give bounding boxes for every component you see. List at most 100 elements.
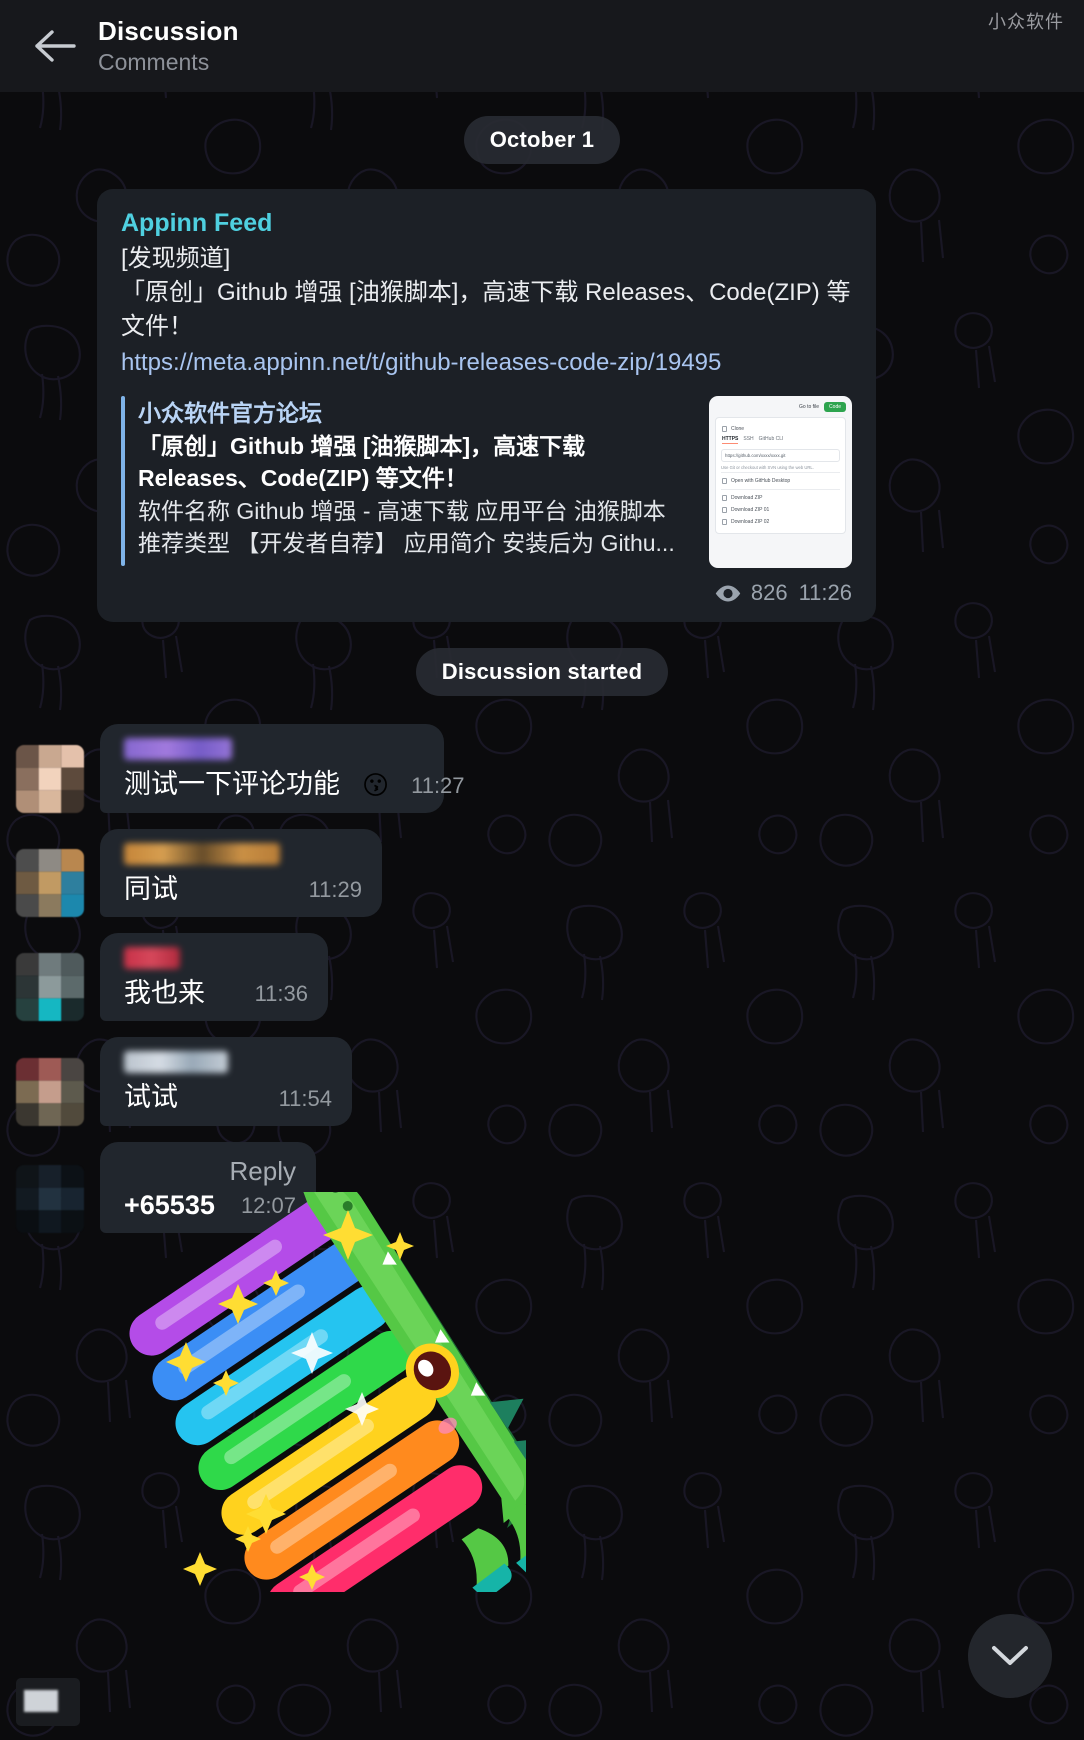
message-time: 11:27 (411, 772, 465, 798)
avatar-image (16, 1057, 84, 1126)
thumbnail-tab-https: HTTPS (722, 436, 739, 445)
page-subtitle: Comments (98, 48, 210, 75)
message-time: 11:29 (308, 877, 362, 903)
app-header: Discussion Comments 小众软件 (0, 0, 1084, 92)
message-text: 试试 (124, 1082, 178, 1113)
author-name-blurred (124, 1051, 228, 1074)
thumbnail-row-desktop: Open with GitHub Desktop (721, 475, 840, 487)
thumbnail-row-label: Open with GitHub Desktop (731, 478, 791, 485)
thumbnail-divider (721, 472, 840, 474)
link-preview-site-name: 小众软件官方论坛 (138, 400, 322, 427)
message-text: 我也来 (124, 978, 205, 1009)
discussion-started-label: Discussion started (415, 648, 669, 697)
thumbnail-row-label: Download ZIP 01 (731, 507, 770, 514)
message-content-row: +65535 12:07 (124, 1189, 296, 1221)
zip-icon (722, 495, 727, 502)
message-text: 同试 (124, 873, 178, 904)
zip-icon (722, 519, 727, 526)
avatar-image (16, 744, 84, 813)
avatar-image (16, 849, 84, 918)
view-count-value: 826 (750, 580, 788, 606)
post-text-line-2: 「原创」Github 增强 [油猴脚本]，高速下载 Releases、Code(… (121, 279, 851, 341)
link-preview-description: 软件名称 Github 增强 - 高速下载 应用平台 油猴脚本 推荐类型 【开发… (138, 497, 675, 556)
list-item[interactable]: Reply +65535 12:07 (0, 1141, 1084, 1234)
avatar[interactable] (16, 953, 84, 1022)
thumbnail-clone-url: https://github.com/xxxx/xxxx.git (721, 449, 840, 463)
message-bubble[interactable]: 同试 11:29 (100, 828, 382, 918)
message-content-row: 试试 11:54 (124, 1081, 332, 1113)
sparkle-group (166, 1210, 414, 1590)
post-time: 11:26 (798, 580, 852, 606)
message-text: 测试一下评论功能 (124, 769, 340, 800)
post-text-line-1: [发现频道] (121, 245, 231, 272)
attachment-thumbnail[interactable] (16, 1678, 80, 1726)
channel-post-row: Appinn Feed [发现频道] 「原创」Github 增强 [油猴脚本]，… (0, 189, 1084, 623)
avatar[interactable] (16, 744, 84, 813)
list-item[interactable]: 试试 11:54 (0, 1037, 1084, 1126)
thumbnail-clone-tabs: HTTPS SSH GitHub CLI (721, 435, 840, 447)
channel-post-bubble[interactable]: Appinn Feed [发现频道] 「原创」Github 增强 [油猴脚本]，… (97, 189, 876, 623)
list-item[interactable]: 我也来 11:36 (0, 933, 1084, 1022)
message-time: 12:07 (240, 1193, 296, 1219)
sticker-image (129, 1174, 570, 1625)
list-item[interactable]: 测试一下评论功能 😗 11:27 (0, 724, 1084, 813)
thumbnail-clone-label-row: Clone (721, 423, 840, 435)
thumbnail-row-label: Download ZIP (731, 495, 763, 502)
thumbnail-go-to-file: Go to file (799, 404, 820, 411)
avatar[interactable] (16, 849, 84, 918)
reply-message-bubble[interactable]: Reply +65535 12:07 (100, 1141, 316, 1234)
thumbnail-clone-hint: Use Git or checkout with SVN using the w… (721, 465, 814, 471)
page-title: Discussion (98, 15, 239, 46)
avatar[interactable] (16, 1057, 84, 1126)
message-time: 11:54 (278, 1085, 332, 1111)
back-button[interactable] (24, 15, 86, 77)
thumbnail-row-label: Download ZIP 02 (731, 519, 770, 526)
post-link[interactable]: https://meta.appinn.net/t/github-release… (121, 346, 852, 380)
thumbnail-row-zip-02: Download ZIP 02 (721, 516, 840, 528)
list-item[interactable]: 同试 11:29 (0, 828, 1084, 918)
thumbnail-code-button: Code (824, 402, 846, 413)
chat-scroll-area[interactable]: October 1 Appinn Feed [发现频道] 「原创」Github … (0, 92, 1084, 1740)
message-bubble[interactable]: 测试一下评论功能 😗 11:27 (100, 724, 465, 813)
telegram-discussion-screen: Discussion Comments 小众软件 October 1 Appin… (0, 0, 1084, 1740)
thumbnail-topbar: Go to file Code (709, 396, 852, 415)
watermark: 小众软件 (988, 12, 1064, 32)
link-preview-texts: 小众软件官方论坛 「原创」Github 增强 [油猴脚本]，高速下载 Relea… (138, 394, 695, 568)
rainbow-crocodile-sticker[interactable] (126, 1174, 570, 1625)
message-content-row: 测试一下评论功能 😗 11:27 (124, 768, 465, 800)
thumbnail-tab-github-cli: GitHub CLI (758, 436, 784, 443)
message-content-row: 我也来 11:36 (124, 977, 308, 1009)
attachment-thumbnail-image (24, 1690, 58, 1712)
thumbnail-clone-label: Clone (731, 426, 745, 433)
message-bubble[interactable]: 试试 11:54 (100, 1037, 352, 1126)
thumbnail-clone-panel: Clone HTTPS SSH GitHub CLI https://githu… (715, 417, 846, 535)
date-separator[interactable]: October 1 (463, 116, 621, 164)
scroll-to-bottom-button[interactable] (968, 1614, 1052, 1698)
link-preview-title: 「原创」Github 增强 [油猴脚本]，高速下载 Releases、Code(… (138, 433, 586, 492)
view-count: 826 (714, 580, 788, 606)
thumbnail-tab-ssh: SSH (743, 436, 754, 443)
thumbnail-divider-2 (721, 489, 840, 491)
eye-icon (715, 585, 741, 602)
link-preview-thumbnail[interactable]: Go to file Code Clone HTTPS SSH GitHub C… (709, 396, 852, 569)
post-author[interactable]: Appinn Feed (121, 209, 852, 238)
link-preview[interactable]: 小众软件官方论坛 「原创」Github 增强 [油猴脚本]，高速下载 Relea… (121, 394, 852, 569)
post-meta-row: 826 11:26 (121, 580, 852, 606)
desktop-icon (722, 478, 727, 485)
chevron-down-icon (992, 1646, 1028, 1665)
header-titles: Discussion Comments (98, 15, 239, 76)
zip-icon (722, 507, 727, 514)
avatar-image (16, 1165, 84, 1234)
message-time: 11:36 (254, 981, 308, 1007)
message-bubble[interactable]: 我也来 11:36 (100, 933, 328, 1022)
avatar[interactable] (16, 1165, 84, 1234)
thumbnail-row-zip-01: Download ZIP 01 (721, 504, 840, 516)
arrow-left-icon (35, 30, 76, 62)
thumbnail-row-zip: Download ZIP (721, 492, 840, 504)
author-name-blurred (124, 947, 180, 970)
date-separator-row: October 1 (0, 116, 1084, 164)
comments-list: 测试一下评论功能 😗 11:27 同试 11:29 我也来 11:36 试试 1… (0, 724, 1084, 1234)
author-name-blurred (124, 842, 280, 865)
reply-label: Reply (229, 1155, 296, 1186)
author-name-blurred (124, 738, 232, 761)
